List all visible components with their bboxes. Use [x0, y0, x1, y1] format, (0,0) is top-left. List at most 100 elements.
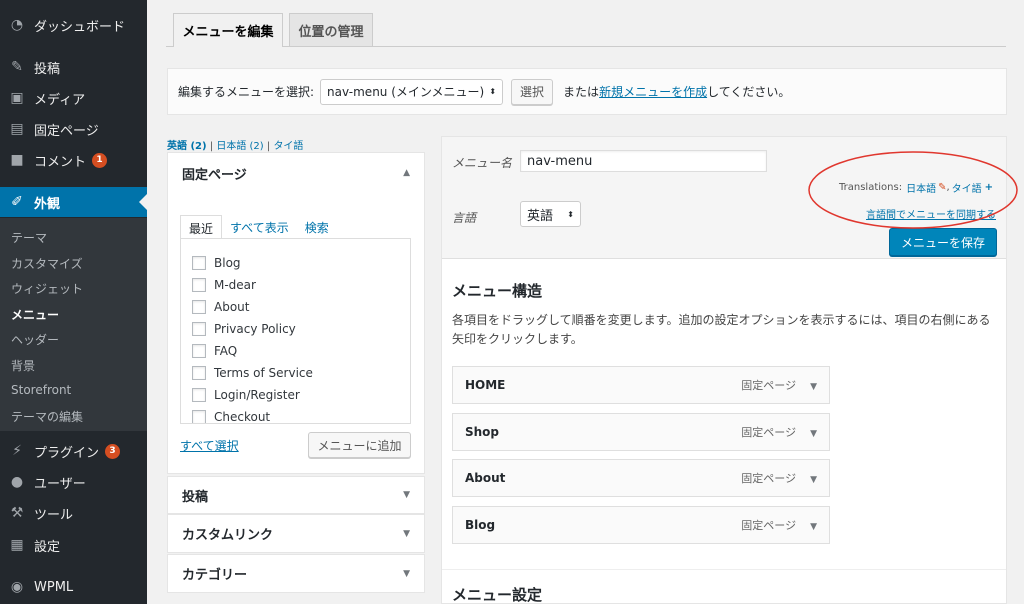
submenu-item-background[interactable]: 背景 [11, 357, 35, 374]
language-filter: 英語 (2) | 日本語 (2) | タイ語 [167, 137, 303, 152]
tab-manage-locations[interactable]: 位置の管理 [289, 13, 373, 46]
submenu-item-header[interactable]: ヘッダー [11, 331, 59, 348]
lang-link-en[interactable]: 英語 (2) [167, 141, 207, 152]
lang-link-ja[interactable]: 日本語 (2) [216, 141, 263, 152]
menu-name-label: メニュー名 [452, 156, 513, 170]
sidebar-item-label: ユーザー [34, 476, 86, 492]
menu-item-type: 固定ページ [741, 519, 797, 532]
custom-links-panel-header[interactable]: カスタムリンク ▼ [168, 515, 424, 552]
posts-panel[interactable]: 投稿 ▼ [167, 476, 425, 514]
sidebar-item-label: WPML [34, 579, 74, 595]
expand-down-icon: ▼ [403, 528, 410, 539]
menu-name-value: nav-menu [527, 153, 593, 169]
sidebar-item-label: ダッシュボード [34, 19, 126, 35]
plugins-count-badge: 3 [105, 443, 121, 459]
sidebar-item-settings[interactable]: ▦ 設定 [0, 530, 147, 560]
tab-edit-menus[interactable]: メニューを編集 [173, 13, 283, 47]
dashboard-icon: ◔ [10, 17, 24, 33]
posts-panel-header[interactable]: 投稿 ▼ [168, 477, 424, 513]
checkbox[interactable] [192, 366, 206, 380]
lang-link-th[interactable]: タイ語 [273, 141, 303, 152]
submenu-item-theme-editor[interactable]: テーマの編集 [11, 408, 83, 425]
list-item[interactable]: FAQ [192, 344, 237, 358]
select-arrows-icon: ⬍ [567, 209, 574, 219]
categories-panel-header[interactable]: カテゴリー ▼ [168, 555, 424, 592]
sidebar-item-users[interactable]: ● ユーザー [0, 467, 147, 497]
lang-separator: | [266, 141, 271, 152]
checkbox[interactable] [192, 300, 206, 314]
expand-down-icon[interactable]: ▼ [810, 522, 817, 532]
pin-icon: ✎ [11, 59, 23, 75]
language-select[interactable]: 英語 ⬍ [520, 201, 581, 227]
sidebar-item-media[interactable]: ▣ メディア [0, 83, 147, 113]
create-menu-link[interactable]: 新規メニューを作成 [599, 83, 707, 100]
sidebar-item-plugins[interactable]: ⚡ プラグイン 3 [0, 436, 147, 466]
menu-item-type: 固定ページ [741, 472, 797, 485]
select-button[interactable]: 選択 [511, 78, 554, 105]
checkbox[interactable] [192, 410, 206, 423]
sidebar-item-label: 投稿 [34, 61, 61, 77]
list-item[interactable]: Terms of Service [192, 366, 313, 380]
list-item-label: Login/Register [214, 388, 300, 402]
sidebar-item-wpml[interactable]: ◉ WPML [0, 572, 147, 602]
expand-down-icon[interactable]: ▼ [810, 475, 817, 485]
custom-links-panel[interactable]: カスタムリンク ▼ [167, 514, 425, 553]
sidebar-item-label: メディア [34, 92, 86, 108]
select-suffix-text: してください。 [707, 85, 791, 99]
menu-item-blog[interactable]: Blog 固定ページ ▼ [452, 506, 830, 544]
menu-item-home[interactable]: HOME 固定ページ ▼ [452, 366, 830, 404]
sidebar-item-label: プラグイン [34, 445, 100, 461]
expand-down-icon[interactable]: ▼ [810, 429, 817, 439]
pages-checklist: Blog M-dear About Privacy Policy FAQ Ter… [180, 238, 411, 424]
sidebar-item-label: 外観 [34, 196, 61, 212]
list-item[interactable]: Blog [192, 256, 241, 270]
sidebar-item-comments[interactable]: ■ コメント 1 [0, 145, 147, 175]
submenu-item-themes[interactable]: テーマ [11, 229, 47, 246]
language-label: 言語 [452, 211, 477, 225]
sidebar-item-pages[interactable]: ▤ 固定ページ [0, 114, 147, 144]
menu-item-type: 固定ページ [741, 379, 797, 392]
sidebar-item-posts[interactable]: ✎ 投稿 [0, 52, 147, 82]
list-item[interactable]: Login/Register [192, 388, 300, 402]
menu-item-title: About [465, 471, 506, 485]
select-all-link[interactable]: すべて選択 [180, 437, 239, 454]
menu-item-about[interactable]: About 固定ページ ▼ [452, 459, 830, 497]
wrench-icon: ⚒ [10, 505, 24, 521]
checkbox[interactable] [192, 322, 206, 336]
sidebar-item-tools[interactable]: ⚒ ツール [0, 498, 147, 528]
list-item[interactable]: Privacy Policy [192, 322, 296, 336]
select-menu-bar: 編集するメニューを選択: nav-menu (メインメニュー) ⬍ 選択 または… [167, 68, 1007, 115]
checkbox[interactable] [192, 256, 206, 270]
lang-separator: | [209, 141, 214, 152]
media-icon: ▣ [10, 90, 24, 106]
sidebar-item-dashboard[interactable]: ◔ ダッシュボード [0, 10, 147, 40]
checkbox[interactable] [192, 344, 206, 358]
menu-structure-desc-2: 矢印をクリックします。 [452, 332, 583, 346]
add-to-menu-button[interactable]: メニューに追加 [308, 432, 411, 458]
expand-down-icon: ▼ [403, 568, 410, 579]
submenu-item-customize[interactable]: カスタマイズ [11, 255, 83, 272]
sidebar-item-appearance[interactable]: ✐ 外観 [0, 187, 147, 217]
submenu-item-widgets[interactable]: ウィジェット [11, 280, 83, 297]
submenu-item-menus[interactable]: メニュー [11, 306, 59, 323]
panel-title: 投稿 [182, 489, 209, 505]
sidebar-item-label: 固定ページ [34, 123, 99, 139]
menu-select[interactable]: nav-menu (メインメニュー) ⬍ [320, 78, 504, 105]
wpml-icon: ◉ [10, 579, 24, 595]
admin-sidebar: ◔ ダッシュボード ✎ 投稿 ▣ メディア ▤ 固定ページ ■ コメント 1 ✐… [0, 0, 147, 604]
list-item[interactable]: Checkout [192, 410, 270, 423]
list-item[interactable]: M-dear [192, 278, 256, 292]
save-menu-button[interactable]: メニューを保存 [889, 228, 997, 256]
checkbox[interactable] [192, 388, 206, 402]
menu-name-input[interactable]: nav-menu [520, 150, 767, 172]
checkbox[interactable] [192, 278, 206, 292]
expand-down-icon[interactable]: ▼ [810, 382, 817, 392]
submenu-item-storefront[interactable]: Storefront [11, 383, 71, 397]
appearance-submenu: テーマ カスタマイズ ウィジェット メニュー ヘッダー 背景 Storefron… [0, 218, 147, 431]
sidebar-item-label: 設定 [34, 539, 61, 555]
categories-panel[interactable]: カテゴリー ▼ [167, 554, 425, 593]
menu-item-shop[interactable]: Shop 固定ページ ▼ [452, 413, 830, 451]
list-item-label: Terms of Service [214, 366, 313, 380]
pages-panel-header[interactable]: 固定ページ ▲ [168, 153, 424, 193]
list-item[interactable]: About [192, 300, 249, 314]
